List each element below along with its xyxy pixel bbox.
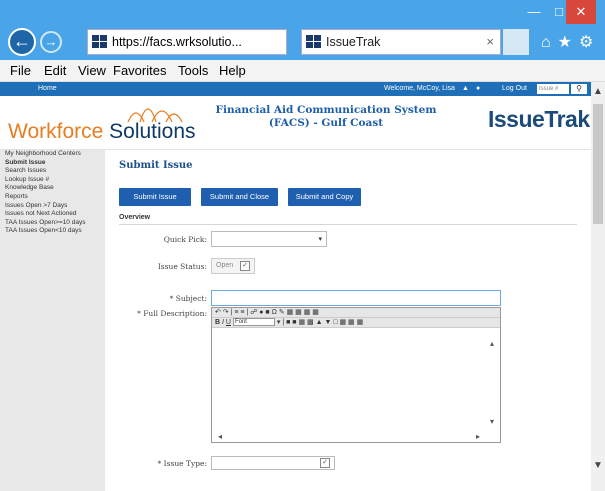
home-icon[interactable]: ▲ bbox=[462, 85, 469, 92]
menu-view[interactable]: View bbox=[78, 63, 106, 78]
welcome-text: Welcome, McCoy, Lisa bbox=[384, 85, 455, 92]
logo-text-solutions: Solutions bbox=[109, 120, 196, 143]
new-tab-button[interactable] bbox=[503, 29, 529, 55]
issue-status-select: Open ✓ bbox=[211, 258, 255, 274]
close-icon[interactable]: ✕ bbox=[566, 0, 596, 24]
chevron-down-icon: ▾ bbox=[318, 236, 322, 243]
address-url[interactable]: https://facs.wrksolutio... bbox=[112, 35, 242, 49]
browser-tab[interactable]: IssueTrak × bbox=[301, 29, 501, 55]
site-favicon-icon bbox=[92, 35, 108, 49]
scroll-down-icon[interactable]: ▼ bbox=[593, 460, 603, 471]
page-title: Submit Issue bbox=[119, 160, 193, 171]
back-arrow-icon[interactable]: ← bbox=[8, 28, 36, 56]
site-title: Financial Aid Communication System (FACS… bbox=[215, 104, 437, 129]
menu-favorites[interactable]: Favorites bbox=[113, 63, 166, 78]
overview-heading: Overview bbox=[119, 214, 151, 221]
scroll-right-icon[interactable]: ▸ bbox=[476, 432, 480, 441]
workforce-solutions-logo: Workforce Solutions bbox=[8, 96, 196, 148]
tab-title: IssueTrak bbox=[326, 35, 381, 49]
tab-favicon-icon bbox=[306, 35, 322, 49]
help-icon[interactable]: ● bbox=[476, 85, 480, 92]
scroll-left-icon[interactable]: ◂ bbox=[218, 432, 222, 441]
menu-tools[interactable]: Tools bbox=[178, 63, 208, 78]
sidebar-item-search-issues[interactable]: Search Issues bbox=[0, 167, 105, 176]
menu-file[interactable]: File bbox=[10, 63, 31, 78]
editor-body[interactable] bbox=[212, 329, 488, 433]
issue-number-input[interactable]: Issue # bbox=[537, 84, 569, 94]
editor-toolbar-1[interactable]: ↶ ↷ | ≡ ≡ | ☍ ● ■ Ω ✎ ▦ ▦ ▦ ▦ bbox=[212, 308, 500, 318]
subject-input[interactable] bbox=[211, 290, 501, 306]
quick-pick-select[interactable]: ▾ bbox=[211, 231, 327, 247]
menu-edit[interactable]: Edit bbox=[44, 63, 66, 78]
sidebar-item-reports[interactable]: Reports bbox=[0, 193, 105, 202]
issue-status-value: Open bbox=[216, 262, 234, 269]
submit-and-copy-button[interactable]: Submit and Copy bbox=[288, 188, 361, 206]
scroll-up-icon[interactable]: ▴ bbox=[490, 339, 494, 348]
web-page: Home Welcome, McCoy, Lisa ▲ ● Log Out Is… bbox=[0, 82, 591, 491]
scrollbar-thumb[interactable] bbox=[593, 104, 603, 224]
sidebar-item-not-next-actioned[interactable]: Issues not Next Actioned bbox=[0, 210, 105, 219]
sidebar-item-taa-open-ge10[interactable]: TAA Issues Open>=10 days bbox=[0, 219, 105, 228]
issue-type-select[interactable]: ✓ bbox=[211, 456, 335, 470]
scroll-up-icon[interactable]: ▲ bbox=[593, 86, 603, 97]
sidebar-item-lookup-issue[interactable]: Lookup Issue # bbox=[0, 176, 105, 185]
submit-issue-button[interactable]: Submit Issue bbox=[119, 188, 191, 206]
quick-pick-label: Quick Pick: bbox=[163, 235, 207, 244]
subject-label: * Subject: bbox=[169, 294, 207, 303]
browser-nav-bar: ← → https://facs.wrksolutio... IssueTrak… bbox=[0, 24, 605, 60]
logout-link[interactable]: Log Out bbox=[502, 85, 527, 92]
editor-toolbar-2[interactable]: B I U Font ▾ | ■ ■ ▦ ▩ ▲ ▼ □ ▦ ▦ ▦ bbox=[212, 318, 500, 328]
description-editor[interactable]: ↶ ↷ | ≡ ≡ | ☍ ● ■ Ω ✎ ▦ ▦ ▦ ▦ B I U Font… bbox=[211, 307, 501, 443]
menu-help[interactable]: Help bbox=[219, 63, 246, 78]
dropdown-icon: ✓ bbox=[240, 261, 250, 271]
home-link[interactable]: Home bbox=[38, 85, 57, 92]
scroll-down-icon[interactable]: ▾ bbox=[490, 417, 494, 426]
overview-divider bbox=[119, 224, 577, 225]
editor-vertical-scrollbar[interactable]: ▴ ▾ bbox=[488, 329, 500, 433]
editor-horizontal-scrollbar[interactable]: ◂ ▸ bbox=[212, 432, 488, 443]
issuetrak-logo: IssueTrak bbox=[488, 106, 590, 132]
menu-bar: File Edit View Favorites Tools Help bbox=[0, 60, 605, 82]
search-icon[interactable]: ⚲ bbox=[571, 84, 587, 94]
tab-close-icon[interactable]: × bbox=[486, 34, 494, 49]
sidebar-item-taa-open-lt10[interactable]: TAA Issues Open<10 days bbox=[0, 227, 105, 236]
site-header: Workforce Solutions Financial Aid Commun… bbox=[0, 96, 591, 150]
page-scrollbar[interactable]: ▲ ▼ bbox=[591, 82, 605, 491]
issue-status-label: Issue Status: bbox=[157, 262, 207, 271]
address-bar[interactable]: https://facs.wrksolutio... bbox=[87, 29, 287, 55]
sidebar-nav: My Neighborhood Centers Submit Issue Sea… bbox=[0, 150, 105, 491]
full-description-label: * Full Description: bbox=[137, 309, 207, 318]
browser-toolbar-icons[interactable]: ⌂★⚙ bbox=[541, 32, 600, 52]
issue-type-label: * Issue Type: bbox=[157, 459, 207, 468]
font-select[interactable]: Font bbox=[232, 318, 275, 327]
main-content: Submit Issue Submit Issue Submit and Clo… bbox=[105, 150, 591, 491]
submit-and-close-button[interactable]: Submit and Close bbox=[201, 188, 278, 206]
logo-text-workforce: Workforce bbox=[8, 120, 110, 143]
sidebar-item-knowledge-base[interactable]: Knowledge Base bbox=[0, 184, 105, 193]
dropdown-icon: ✓ bbox=[320, 458, 330, 468]
sidebar-item-issues-open-7[interactable]: Issues Open >7 Days bbox=[0, 202, 105, 211]
forward-arrow-icon[interactable]: → bbox=[40, 31, 62, 53]
site-top-bar: Home Welcome, McCoy, Lisa ▲ ● Log Out Is… bbox=[0, 82, 591, 96]
sidebar-item-submit-issue[interactable]: Submit Issue bbox=[0, 159, 105, 168]
sidebar-item-neighborhood-centers[interactable]: My Neighborhood Centers bbox=[0, 150, 105, 159]
